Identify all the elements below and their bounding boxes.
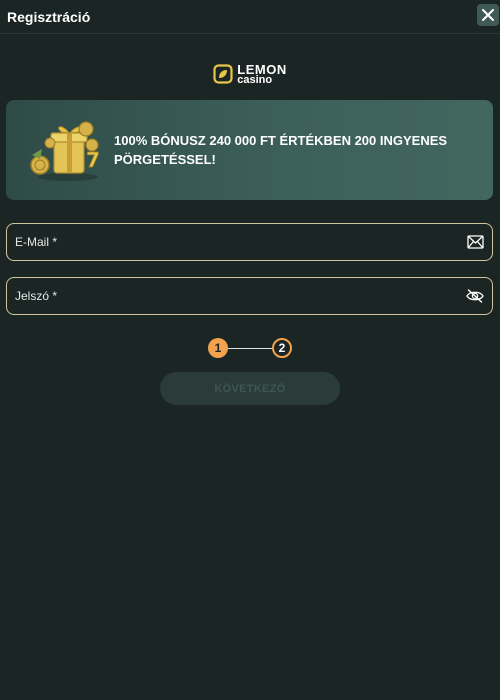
email-field-label: E-Mail * <box>15 235 58 249</box>
envelope-icon <box>466 233 484 251</box>
modal-header: Regisztráció <box>0 0 500 34</box>
bonus-banner-text: 100% BÓNUSZ 240 000 FT ÉRTÉKBEN 200 INGY… <box>114 133 448 167</box>
gift-coins-icon: 7 <box>30 121 100 181</box>
registration-stepper: 1 2 <box>208 337 292 359</box>
step-2-indicator: 2 <box>272 338 292 358</box>
password-field[interactable]: Jelszó * <box>6 277 493 315</box>
stepper-connector <box>228 347 272 349</box>
svg-text:7: 7 <box>86 148 100 172</box>
registration-modal: Regisztráció LEMON casino 7 100% BÓNUSZ … <box>0 0 500 700</box>
logo-subtitle: casino <box>237 73 273 86</box>
email-field[interactable]: E-Mail * <box>6 223 493 261</box>
modal-title: Regisztráció <box>7 8 91 25</box>
password-field-label: Jelszó * <box>15 289 58 303</box>
bonus-banner: 7 100% BÓNUSZ 240 000 FT ÉRTÉKBEN 200 IN… <box>6 100 493 200</box>
close-icon <box>482 8 494 21</box>
close-button[interactable] <box>477 3 499 26</box>
lemon-casino-logo: LEMON casino <box>213 63 286 86</box>
next-button[interactable]: KÖVETKEZŐ <box>160 372 340 405</box>
step-1-indicator: 1 <box>208 338 228 358</box>
logo-area: LEMON casino <box>0 62 500 86</box>
lemon-leaf-icon <box>213 64 233 84</box>
eye-off-icon[interactable] <box>466 287 484 305</box>
